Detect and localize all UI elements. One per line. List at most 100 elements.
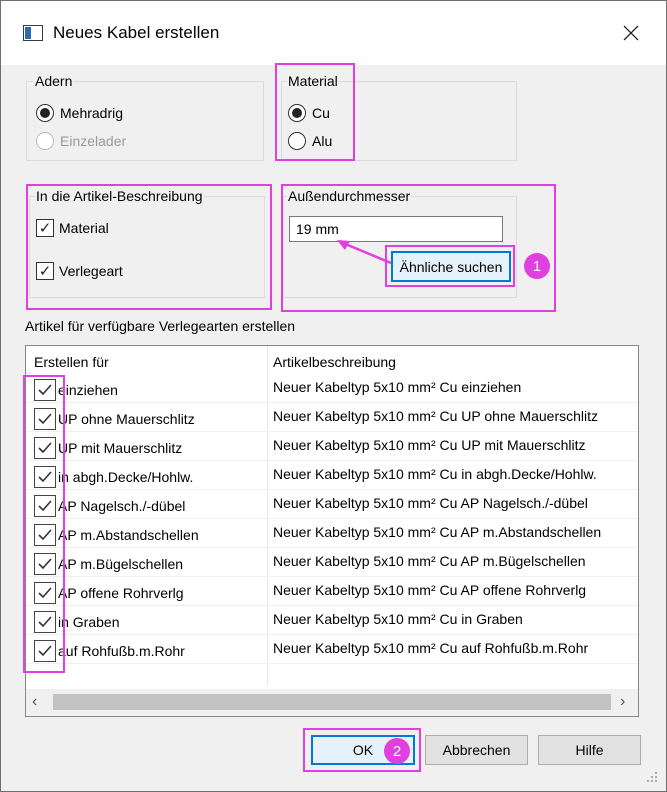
cell-erstellen: AP m.Bügelschellen	[34, 553, 183, 575]
dialog-title: Neues Kabel erstellen	[53, 23, 220, 42]
radio-label: Alu	[312, 133, 333, 149]
cell-erstellen: in abgh.Decke/Hohlw.	[34, 466, 193, 488]
table-row[interactable]: AP offene Rohrverlg Neuer Kabeltyp 5x10 m…	[26, 577, 638, 606]
row-checkbox[interactable]	[34, 524, 56, 546]
table-row[interactable]: UP ohne Mauerschlitz Neuer Kabeltyp 5x10 …	[26, 403, 638, 432]
annotation-badge-2: 2	[384, 738, 410, 764]
radio-indicator	[288, 104, 306, 122]
cell-beschreibung: Neuer Kabeltyp 5x10 mm² Cu AP offene Roh…	[273, 582, 587, 598]
close-icon	[623, 25, 639, 41]
cell-text: UP ohne Mauerschlitz	[58, 411, 195, 427]
radio-cu[interactable]: Cu	[288, 104, 330, 122]
check-icon	[38, 471, 52, 483]
cell-beschreibung: Neuer Kabeltyp 5x10 mm² Cu UP ohne Mauer…	[273, 408, 599, 424]
cell-text: AP offene Rohrverlg	[58, 585, 184, 601]
table-row[interactable]: AP m.Abstandschellen Neuer Kabeltyp 5x10 …	[26, 519, 638, 548]
check-icon	[38, 529, 52, 541]
radio-label: Mehradrig	[60, 105, 124, 121]
window-icon	[23, 25, 43, 41]
close-button[interactable]	[611, 15, 651, 51]
scrollbar-thumb[interactable]	[53, 694, 611, 710]
cell-erstellen: UP mit Mauerschlitz	[34, 437, 182, 459]
table-row[interactable]: in Graben Neuer Kabeltyp 5x10 mm² Cu in G…	[26, 606, 638, 635]
check-icon: ✓	[36, 262, 54, 280]
radio-einzelader[interactable]: Einzelader	[36, 132, 126, 150]
row-checkbox[interactable]	[34, 379, 56, 401]
cell-erstellen: in Graben	[34, 611, 119, 633]
row-checkbox[interactable]	[34, 582, 56, 604]
cell-beschreibung: Neuer Kabeltyp 5x10 mm² Cu in Graben	[273, 611, 523, 627]
column-header-beschreibung[interactable]: Artikelbeschreibung	[273, 354, 396, 370]
title-bar: Neues Kabel erstellen	[1, 1, 666, 65]
annotation-badge-1: 1	[524, 253, 550, 279]
cell-text: AP m.Bügelschellen	[58, 556, 184, 572]
cell-text: auf Rohfußb.m.Rohr	[58, 643, 185, 659]
check-icon	[38, 500, 52, 512]
table-row[interactable]: AP m.Bügelschellen Neuer Kabeltyp 5x10 mm…	[26, 548, 638, 577]
radio-indicator	[36, 104, 54, 122]
material-title: Material	[287, 73, 339, 89]
dialog-window: Neues Kabel erstellen Adern Mehradrig Ei…	[0, 0, 667, 792]
radio-mehradrig[interactable]: Mehradrig	[36, 104, 123, 122]
cell-text: in abgh.Decke/Hohlw.	[58, 469, 194, 485]
radio-alu[interactable]: Alu	[288, 132, 332, 150]
check-icon	[38, 442, 52, 454]
row-checkbox[interactable]	[34, 611, 56, 633]
table-row[interactable]: einziehen Neuer Kabeltyp 5x10 mm² Cu einz…	[26, 374, 638, 403]
adern-title: Adern	[34, 73, 74, 89]
row-checkbox[interactable]	[34, 495, 56, 517]
table-row[interactable]: AP Nagelsch./-dübel Neuer Kabeltyp 5x10 m…	[26, 490, 638, 519]
row-checkbox[interactable]	[34, 553, 56, 575]
checkbox-label: Material	[59, 220, 109, 236]
check-icon	[38, 413, 52, 425]
cell-text: AP m.Abstandschellen	[58, 527, 199, 543]
radio-indicator	[288, 132, 306, 150]
resize-grip-icon[interactable]	[644, 769, 658, 783]
arrow-icon	[337, 240, 392, 265]
check-icon	[38, 645, 52, 657]
cell-erstellen: einziehen	[34, 379, 118, 401]
cell-beschreibung: Neuer Kabeltyp 5x10 mm² Cu einziehen	[273, 379, 522, 395]
checkbox-label: Verlegeart	[59, 263, 123, 279]
cell-erstellen: auf Rohfußb.m.Rohr	[34, 640, 185, 662]
cell-erstellen: AP offene Rohrverlg	[34, 582, 184, 604]
row-checkbox[interactable]	[34, 466, 56, 488]
cell-beschreibung: Neuer Kabeltyp 5x10 mm² Cu in abgh.Decke…	[273, 466, 597, 482]
cell-erstellen: UP ohne Mauerschlitz	[34, 408, 195, 430]
row-checkbox[interactable]	[34, 408, 56, 430]
check-icon	[38, 616, 52, 628]
scroll-right-icon[interactable]: ›	[620, 693, 625, 711]
cell-beschreibung: Neuer Kabeltyp 5x10 mm² Cu AP m.Bügelsch…	[273, 553, 586, 569]
checkbox-verlegeart[interactable]: ✓ Verlegeart	[36, 262, 123, 280]
help-button[interactable]: Hilfe	[538, 735, 641, 765]
checkbox-material[interactable]: ✓ Material	[36, 219, 109, 237]
aussendurchmesser-title: Außendurchmesser	[287, 188, 412, 204]
section-label: Artikel für verfügbare Verlegearten erst…	[25, 318, 296, 334]
radio-label: Einzelader	[60, 133, 127, 149]
table-row[interactable]: auf Rohfußb.m.Rohr Neuer Kabeltyp 5x10 mm…	[26, 635, 638, 664]
check-icon	[38, 384, 52, 396]
similar-search-button[interactable]: Ähnliche suchen	[391, 251, 511, 282]
check-icon: ✓	[36, 219, 54, 237]
row-checkbox[interactable]	[34, 640, 56, 662]
scroll-left-icon[interactable]: ‹	[32, 693, 37, 711]
cell-beschreibung: Neuer Kabeltyp 5x10 mm² Cu AP m.Abstands…	[273, 524, 602, 540]
radio-indicator	[36, 132, 54, 150]
verlegearten-table: Erstellen für Artikelbeschreibung einzie…	[25, 345, 639, 717]
cell-erstellen: AP Nagelsch./-dübel	[34, 495, 185, 517]
cell-erstellen: AP m.Abstandschellen	[34, 524, 199, 546]
cell-beschreibung: Neuer Kabeltyp 5x10 mm² Cu UP mit Mauers…	[273, 437, 586, 453]
column-header-erstellen[interactable]: Erstellen für	[34, 354, 109, 370]
table-row[interactable]: UP mit Mauerschlitz Neuer Kabeltyp 5x10 m…	[26, 432, 638, 461]
cell-beschreibung: Neuer Kabeltyp 5x10 mm² Cu auf Rohfußb.m…	[273, 640, 589, 656]
horizontal-scrollbar[interactable]: ‹ ›	[26, 689, 638, 716]
cell-text: einziehen	[58, 382, 118, 398]
cell-text: UP mit Mauerschlitz	[58, 440, 183, 456]
cell-beschreibung: Neuer Kabeltyp 5x10 mm² Cu AP Nagelsch./…	[273, 495, 588, 511]
cell-text: in Graben	[58, 614, 120, 630]
cancel-button[interactable]: Abbrechen	[425, 735, 528, 765]
row-checkbox[interactable]	[34, 437, 56, 459]
cell-text: AP Nagelsch./-dübel	[58, 498, 186, 514]
table-row[interactable]: in abgh.Decke/Hohlw. Neuer Kabeltyp 5x10 …	[26, 461, 638, 490]
artikel-beschreibung-title: In die Artikel-Beschreibung	[35, 188, 204, 204]
